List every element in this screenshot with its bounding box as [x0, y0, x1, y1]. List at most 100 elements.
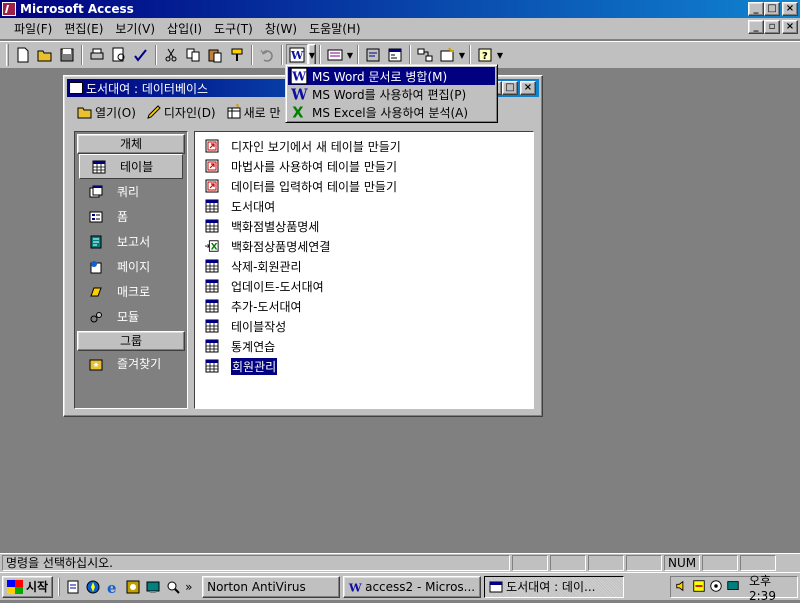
clock[interactable]: 오후 2:39	[749, 572, 797, 603]
quicklaunch-more-button[interactable]: »	[185, 576, 199, 598]
status-bar: 명령을 선택하십시오. NUM	[0, 553, 800, 572]
menu-file[interactable]: 파일(F)	[8, 18, 58, 39]
taskbar-button[interactable]: Waccess2 - Micros...	[343, 575, 482, 598]
list-item[interactable]: 삭제-회원관리	[197, 256, 531, 276]
num-lock-indicator: NUM	[664, 555, 700, 571]
properties-icon[interactable]	[384, 44, 406, 66]
word-icon: W	[348, 580, 365, 594]
object-type-4[interactable]: 페이지	[77, 254, 185, 279]
status-cell	[550, 555, 586, 571]
monitor-tray-icon[interactable]	[726, 579, 740, 596]
copy-icon[interactable]	[182, 44, 204, 66]
mdi-minimize-button[interactable]: _	[748, 20, 764, 34]
office-links-menu-item[interactable]: W MS Word를 사용하여 편집(P)	[288, 85, 495, 103]
quicklaunch-search-icon[interactable]	[164, 578, 182, 596]
open-button[interactable]: 열기(O)	[74, 104, 139, 121]
close-button[interactable]: ×	[782, 2, 798, 16]
table-icon	[92, 159, 110, 175]
mdi-restore-button[interactable]: ▫	[764, 20, 780, 34]
menu-tools[interactable]: 도구(T)	[208, 18, 259, 39]
list-item[interactable]: 통계연습	[197, 336, 531, 356]
list-item[interactable]: 백화점별상품명세	[197, 216, 531, 236]
quicklaunch-desktop-icon[interactable]	[144, 578, 162, 596]
open-icon[interactable]	[34, 44, 56, 66]
menu-item-label: MS Word 문서로 병합(M)	[312, 69, 448, 84]
print-preview-icon[interactable]	[108, 44, 130, 66]
list-item[interactable]: X 백화점상품명세연결	[197, 236, 531, 256]
list-item[interactable]: 데이터를 입력하여 테이블 만들기	[197, 176, 531, 196]
list-item[interactable]: 추가-도서대여	[197, 296, 531, 316]
help-icon[interactable]: ?	[474, 44, 496, 66]
analyze-dropdown-arrow[interactable]: ▼	[346, 44, 354, 66]
new-button[interactable]: 새로 만	[223, 104, 284, 121]
object-type-5[interactable]: 매크로	[77, 279, 185, 304]
quicklaunch-outlook-icon[interactable]	[124, 578, 142, 596]
antivirus-tray-icon[interactable]	[692, 579, 706, 596]
relationships-icon[interactable]	[414, 44, 436, 66]
office-links-icon[interactable]: W	[286, 44, 308, 66]
group-item-0[interactable]: 즐겨찾기	[77, 351, 185, 376]
database-window-title: 도서대여 : 데이터베이스	[86, 81, 209, 96]
list-item[interactable]: 마법사를 사용하여 테이블 만들기	[197, 156, 531, 176]
app-title-bar[interactable]: Microsoft Access _ □ ×	[0, 0, 800, 18]
access-app-icon[interactable]	[2, 2, 16, 16]
list-item[interactable]: 업데이트-도서대여	[197, 276, 531, 296]
format-painter-icon[interactable]	[226, 44, 248, 66]
module-icon	[89, 309, 107, 325]
help-dropdown-arrow[interactable]: ▼	[496, 44, 504, 66]
toolbar-separator	[357, 45, 359, 65]
undo-icon[interactable]	[256, 44, 278, 66]
taskbar-button[interactable]: Norton AntiVirus	[202, 575, 341, 598]
quicklaunch-ie-icon[interactable]: e	[104, 578, 122, 596]
new-object-dropdown-arrow[interactable]: ▼	[458, 44, 466, 66]
quicklaunch-notepad-icon[interactable]	[64, 578, 82, 596]
menu-window[interactable]: 창(W)	[259, 18, 303, 39]
list-item[interactable]: 테이블작성	[197, 316, 531, 336]
save-icon[interactable]	[56, 44, 78, 66]
minimize-button[interactable]: _	[748, 2, 764, 16]
taskbar-button[interactable]: 도서대여 : 데이...	[484, 575, 625, 598]
object-type-3[interactable]: 보고서	[77, 229, 185, 254]
start-button[interactable]: 시작	[2, 575, 54, 598]
object-type-6[interactable]: 모듈	[77, 304, 185, 329]
mdi-close-button[interactable]: ×	[782, 20, 798, 34]
code-icon[interactable]	[362, 44, 384, 66]
object-type-1[interactable]: 쿼리	[77, 179, 185, 204]
menu-insert[interactable]: 삽입(I)	[161, 18, 208, 39]
db-close-button[interactable]: ×	[520, 81, 536, 95]
list-item[interactable]: 디자인 보기에서 새 테이블 만들기	[197, 136, 531, 156]
maximize-button[interactable]: □	[764, 2, 780, 16]
list-item[interactable]: 회원관리	[197, 356, 531, 376]
objects-group-header[interactable]: 개체	[77, 134, 185, 154]
toolbar-grip[interactable]	[6, 44, 9, 66]
database-window: 도서대여 : 데이터베이스 _ □ × 열기(O) 디자인(D) 새로 만 개체…	[63, 75, 543, 417]
paste-icon[interactable]	[204, 44, 226, 66]
table-icon	[203, 278, 221, 294]
office-links-dropdown-arrow[interactable]: ▼	[308, 44, 316, 66]
menu-help[interactable]: 도움말(H)	[303, 18, 367, 39]
table-icon	[203, 358, 221, 374]
object-type-0[interactable]: 테이블	[79, 154, 183, 179]
office-links-menu-item[interactable]: W MS Word 문서로 병합(M)	[288, 67, 495, 85]
network-tray-icon[interactable]	[709, 579, 723, 596]
object-type-label: 매크로	[117, 285, 151, 299]
new-icon[interactable]	[12, 44, 34, 66]
object-type-label: 테이블	[120, 160, 154, 174]
analyze-icon[interactable]	[324, 44, 346, 66]
list-item[interactable]: 도서대여	[197, 196, 531, 216]
object-type-2[interactable]: 폼	[77, 204, 185, 229]
cut-icon[interactable]	[160, 44, 182, 66]
groups-group-header[interactable]: 그룹	[77, 331, 185, 351]
office-links-menu-item[interactable]: X MS Excel을 사용하여 분석(A)	[288, 103, 495, 121]
print-icon[interactable]	[86, 44, 108, 66]
spelling-icon[interactable]	[130, 44, 152, 66]
quicklaunch-compass-icon[interactable]	[84, 578, 102, 596]
design-button[interactable]: 디자인(D)	[143, 104, 219, 121]
menu-view[interactable]: 보기(V)	[109, 18, 161, 39]
volume-icon[interactable]	[675, 579, 689, 596]
table-icon	[203, 198, 221, 214]
shortcut-icon	[203, 158, 221, 174]
db-maximize-button[interactable]: □	[502, 81, 518, 95]
menu-edit[interactable]: 편집(E)	[58, 18, 109, 39]
new-object-icon[interactable]	[436, 44, 458, 66]
